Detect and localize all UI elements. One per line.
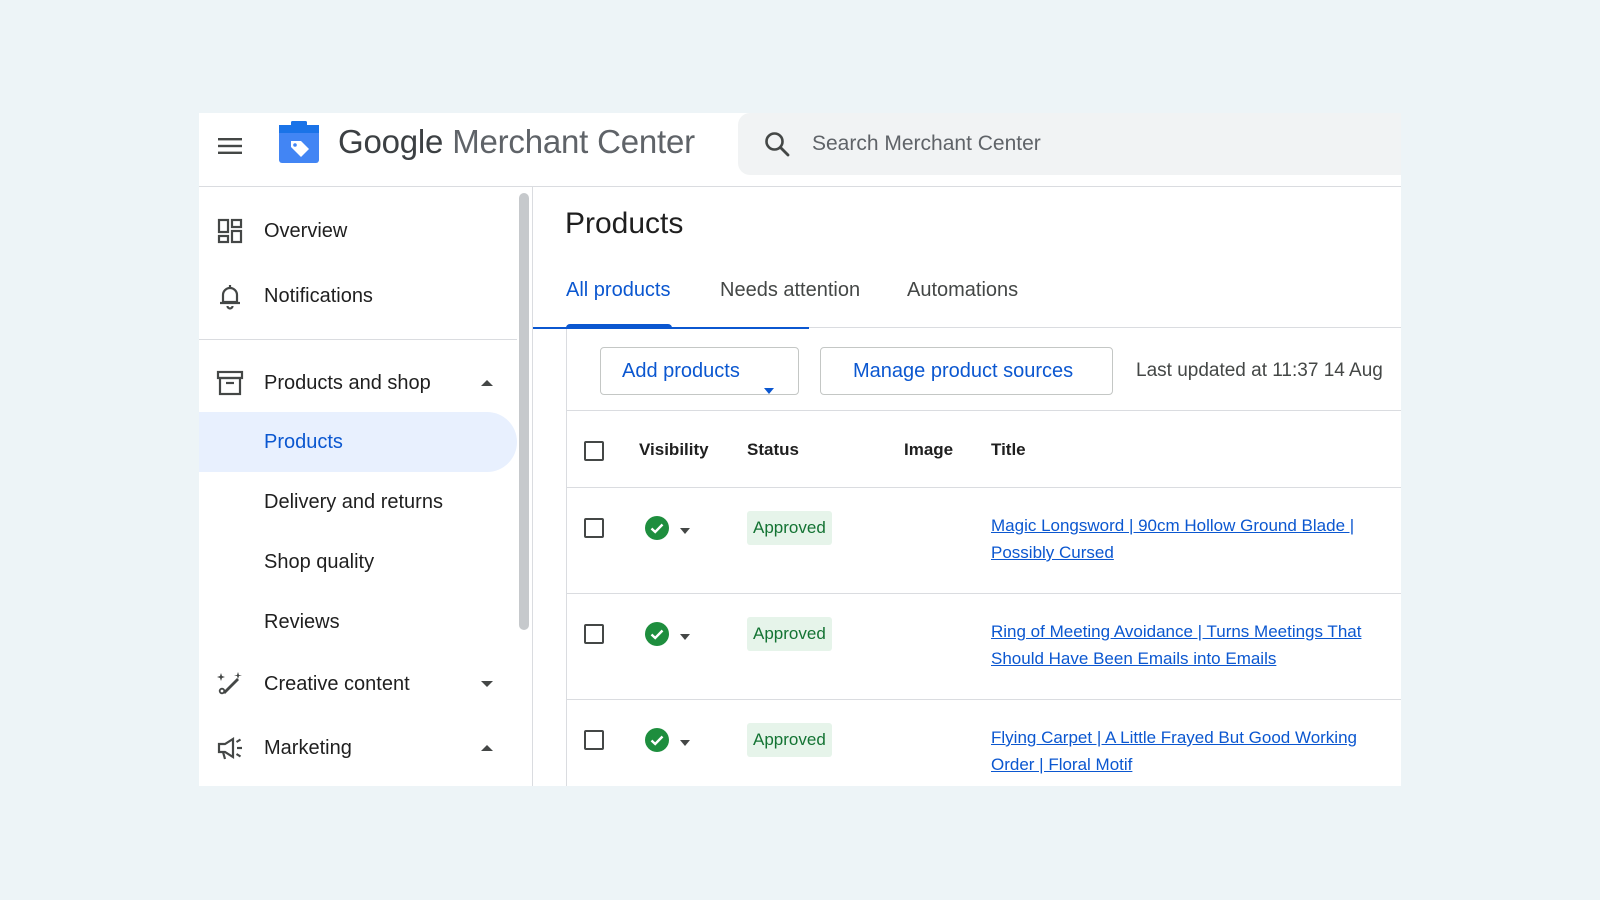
last-updated-text: Last updated at 11:37 14 Aug — [1136, 360, 1383, 381]
row-divider — [567, 699, 1401, 700]
products-table-card: Add products Manage product sources Last… — [566, 329, 1401, 786]
select-all-checkbox[interactable] — [584, 441, 604, 461]
add-products-button[interactable]: Add products — [600, 347, 799, 395]
page-title: Products — [565, 207, 684, 240]
megaphone-icon — [215, 733, 245, 763]
sidebar-item-label: Reviews — [264, 611, 340, 633]
sidebar-item-delivery-and-returns[interactable]: Delivery and returns — [199, 472, 517, 532]
chevron-up-icon[interactable] — [479, 740, 495, 756]
sidebar-divider — [199, 339, 517, 340]
sidebar-item-overview[interactable]: Overview — [199, 201, 517, 261]
sidebar-item-notifications[interactable]: Notifications — [199, 266, 517, 326]
sidebar-item-label: Creative content — [264, 673, 410, 695]
chevron-down-icon[interactable] — [479, 676, 495, 692]
product-title-link[interactable]: Magic Longsword | 90cm Hollow Ground Bla… — [991, 512, 1371, 566]
status-badge: Approved — [747, 617, 832, 651]
product-title-link[interactable]: Ring of Meeting Avoidance | Turns Meetin… — [991, 618, 1371, 672]
sidebar-item-shop-quality[interactable]: Shop quality — [199, 532, 517, 592]
column-header-status[interactable]: Status — [747, 439, 799, 461]
add-products-label: Add products — [622, 360, 740, 382]
manage-product-sources-button[interactable]: Manage product sources — [820, 347, 1113, 395]
product-title-link[interactable]: Flying Carpet | A Little Frayed But Good… — [991, 724, 1371, 778]
merchant-center-window: Google Merchant Center Overview Notifica… — [199, 113, 1401, 786]
sidebar-item-reviews[interactable]: Reviews — [199, 592, 517, 652]
sidebar-item-label: Notifications — [264, 285, 373, 307]
sidebar-nav: Overview Notifications Products and shop… — [199, 187, 533, 786]
manage-product-sources-label: Manage product sources — [853, 360, 1074, 382]
column-header-image[interactable]: Image — [904, 439, 953, 461]
logo-google-text: Google — [338, 123, 444, 160]
visibility-caret-icon[interactable] — [679, 735, 691, 746]
tab-all-products[interactable]: All products — [566, 277, 671, 303]
visibility-caret-icon[interactable] — [679, 523, 691, 534]
magic-wand-icon — [215, 669, 245, 699]
row-divider — [567, 593, 1401, 594]
merchant-center-logo-icon — [279, 121, 319, 163]
sidebar-scrollbar-thumb[interactable] — [519, 193, 529, 630]
visible-check-icon[interactable] — [645, 728, 669, 752]
app-logo-text: Google Merchant Center — [338, 124, 695, 160]
column-header-title[interactable]: Title — [991, 439, 1026, 461]
visible-check-icon[interactable] — [645, 622, 669, 646]
logo-product-text: Merchant Center — [452, 123, 695, 160]
search-input[interactable] — [810, 125, 1374, 163]
status-badge: Approved — [747, 723, 832, 757]
sidebar-item-products-and-shop[interactable]: Products and shop — [199, 353, 517, 413]
archive-box-icon — [215, 368, 245, 398]
column-header-visibility[interactable]: Visibility — [639, 439, 709, 461]
search-bar[interactable] — [738, 113, 1401, 175]
sidebar-item-label: Delivery and returns — [264, 491, 443, 513]
menu-icon[interactable] — [215, 131, 245, 161]
app-header: Google Merchant Center — [199, 113, 1401, 186]
sidebar-item-marketing[interactable]: Marketing — [199, 718, 517, 778]
sidebar-item-label: Products and shop — [264, 372, 431, 394]
visibility-caret-icon[interactable] — [679, 629, 691, 640]
tab-needs-attention[interactable]: Needs attention — [720, 277, 860, 303]
header-row-divider — [567, 487, 1401, 488]
sidebar-item-products[interactable]: Products — [199, 412, 517, 472]
row-checkbox[interactable] — [584, 518, 604, 538]
status-badge: Approved — [747, 511, 832, 545]
row-checkbox[interactable] — [584, 730, 604, 750]
bell-icon — [215, 281, 245, 311]
dashboard-icon — [215, 216, 245, 246]
sidebar-item-label: Marketing — [264, 737, 352, 759]
visible-check-icon[interactable] — [645, 516, 669, 540]
sidebar-item-label: Overview — [264, 220, 348, 242]
caret-down-icon — [763, 367, 775, 394]
toolbar-divider — [567, 410, 1401, 411]
tab-automations[interactable]: Automations — [907, 277, 1018, 303]
sidebar-item-label: Shop quality — [264, 551, 375, 573]
sidebar-item-creative-content[interactable]: Creative content — [199, 654, 517, 714]
main-content: Products All products Needs attention Au… — [533, 187, 1401, 786]
chevron-up-icon[interactable] — [479, 375, 495, 391]
row-checkbox[interactable] — [584, 624, 604, 644]
search-icon[interactable] — [762, 129, 792, 159]
sidebar-item-label: Products — [264, 431, 343, 453]
